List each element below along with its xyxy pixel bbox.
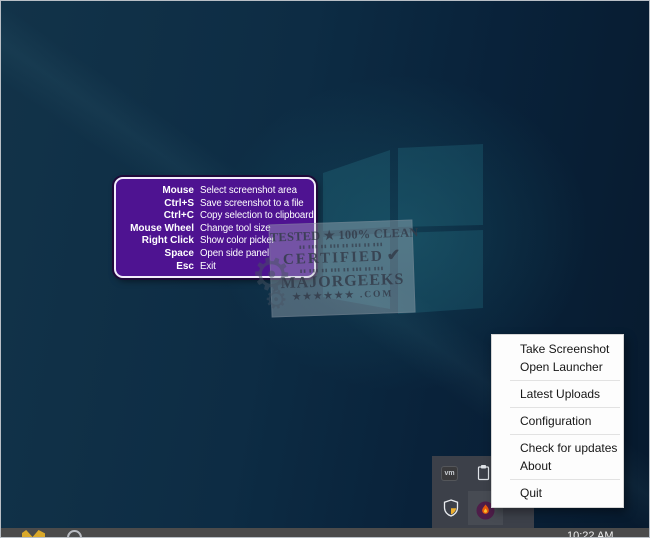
menu-item-open-launcher[interactable]: Open Launcher: [492, 358, 623, 376]
shortcut-action: Show color picker: [200, 235, 275, 248]
majorgeeks-watermark: TESTED ★ 100% CLEAN ▮▮ ▮▮▮ ▮▮ ▮▮▮ ▮▮ ▮▮▮…: [268, 220, 415, 318]
shortcut-key: Ctrl+S: [118, 198, 194, 211]
windows-security-shield-icon[interactable]: [443, 499, 459, 517]
shortcut-action: Select screenshot area: [200, 185, 297, 198]
menu-separator: [510, 479, 620, 480]
menu-separator: [510, 407, 620, 408]
menu-item-latest-uploads[interactable]: Latest Uploads: [492, 385, 623, 403]
shortcut-action: Save screenshot to a file: [200, 198, 304, 211]
help-row: Ctrl+S Save screenshot to a file: [118, 198, 310, 211]
shortcut-action: Change tool size: [200, 223, 271, 236]
search-icon[interactable]: [67, 530, 82, 538]
menu-item-take-screenshot[interactable]: Take Screenshot: [492, 340, 623, 358]
vmware-icon-label: vm: [444, 470, 454, 477]
menu-separator: [510, 434, 620, 435]
taskbar-clock[interactable]: 10:22 AM: [567, 530, 613, 538]
help-row: Mouse Select screenshot area: [118, 185, 310, 198]
taskbar: 10:22 AM: [1, 528, 650, 538]
shortcut-key: Ctrl+C: [118, 210, 194, 223]
clipboard-tray-icon[interactable]: [477, 464, 490, 481]
menu-item-check-for-updates[interactable]: Check for updates: [492, 439, 623, 457]
tray-context-menu: Take Screenshot Open Launcher Latest Upl…: [491, 334, 624, 508]
shortcut-key: Mouse Wheel: [118, 223, 194, 236]
shortcut-key: Mouse: [118, 185, 194, 198]
menu-item-about[interactable]: About: [492, 457, 623, 475]
menu-item-quit[interactable]: Quit: [492, 484, 623, 502]
shortcut-key: Right Click: [118, 235, 194, 248]
vmware-tray-icon[interactable]: vm: [441, 466, 458, 481]
desktop-screen: Mouse Select screenshot area Ctrl+S Save…: [0, 0, 650, 538]
shortcut-key: Esc: [118, 261, 194, 274]
checkmark-icon: ✔: [386, 247, 400, 264]
start-button-icon[interactable]: [22, 530, 45, 538]
shortcut-action: Copy selection to clipboard: [200, 210, 314, 223]
menu-item-configuration[interactable]: Configuration: [492, 412, 623, 430]
help-row: Ctrl+C Copy selection to clipboard: [118, 210, 310, 223]
menu-separator: [510, 380, 620, 381]
shortcut-key: Space: [118, 248, 194, 261]
shortcut-action: Exit: [200, 261, 216, 274]
